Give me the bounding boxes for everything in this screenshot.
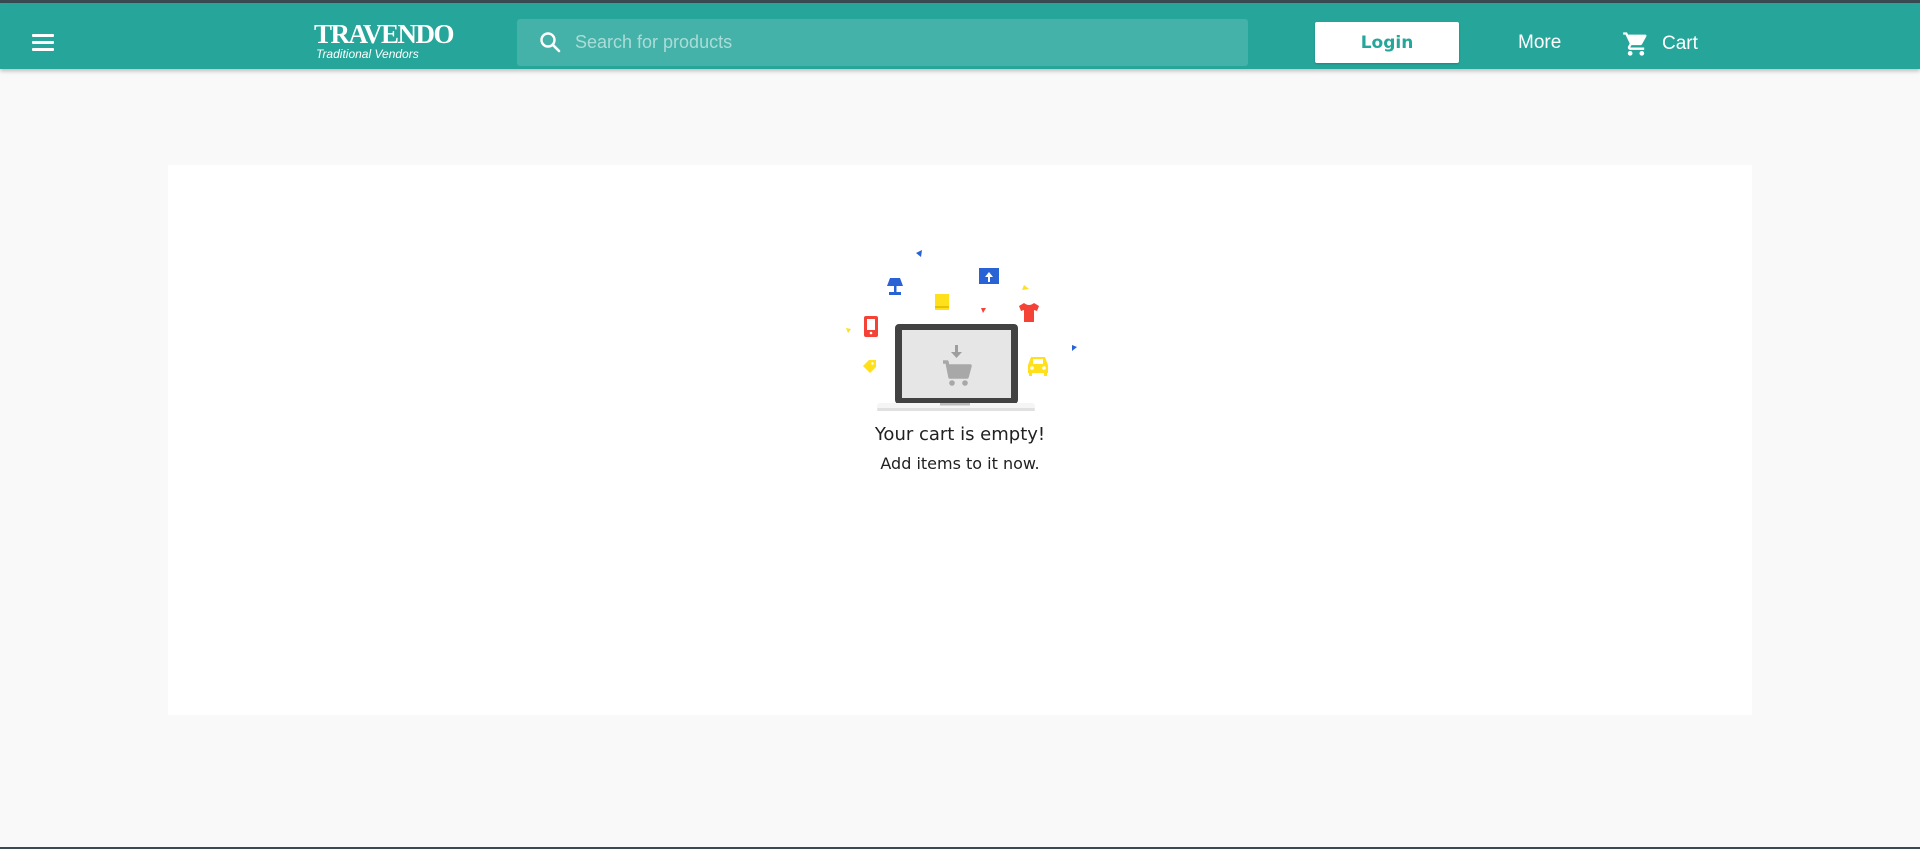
phone-icon xyxy=(864,316,878,337)
empty-cart-illustration xyxy=(846,250,1077,411)
cart-icon xyxy=(1623,32,1647,56)
book-icon xyxy=(935,294,949,310)
logo-tagline: Traditional Vendors xyxy=(316,47,419,61)
top-navbar: TRAVENDO Traditional Vendors Login More … xyxy=(0,3,1920,69)
cart-link[interactable]: Cart xyxy=(1622,29,1698,59)
brand-logo[interactable]: TRAVENDO Traditional Vendors xyxy=(314,19,455,65)
laptop-icon xyxy=(877,324,1035,411)
more-menu[interactable]: More xyxy=(1518,31,1561,55)
tshirt-icon xyxy=(1019,303,1039,322)
search-input[interactable] xyxy=(575,19,1235,66)
logo-main-text: TRAVENDO xyxy=(314,19,455,49)
cart-label: Cart xyxy=(1662,33,1698,54)
menu-icon[interactable] xyxy=(30,32,56,52)
car-icon xyxy=(1028,357,1048,376)
tag-icon xyxy=(863,360,876,373)
frame-icon xyxy=(979,268,999,284)
empty-cart-title: Your cart is empty! xyxy=(874,424,1046,445)
login-button[interactable]: Login xyxy=(1315,22,1459,63)
search-bar xyxy=(517,19,1248,66)
lamp-icon xyxy=(887,278,903,295)
search-icon[interactable] xyxy=(538,30,562,54)
empty-cart-subtitle: Add items to it now. xyxy=(880,454,1040,473)
